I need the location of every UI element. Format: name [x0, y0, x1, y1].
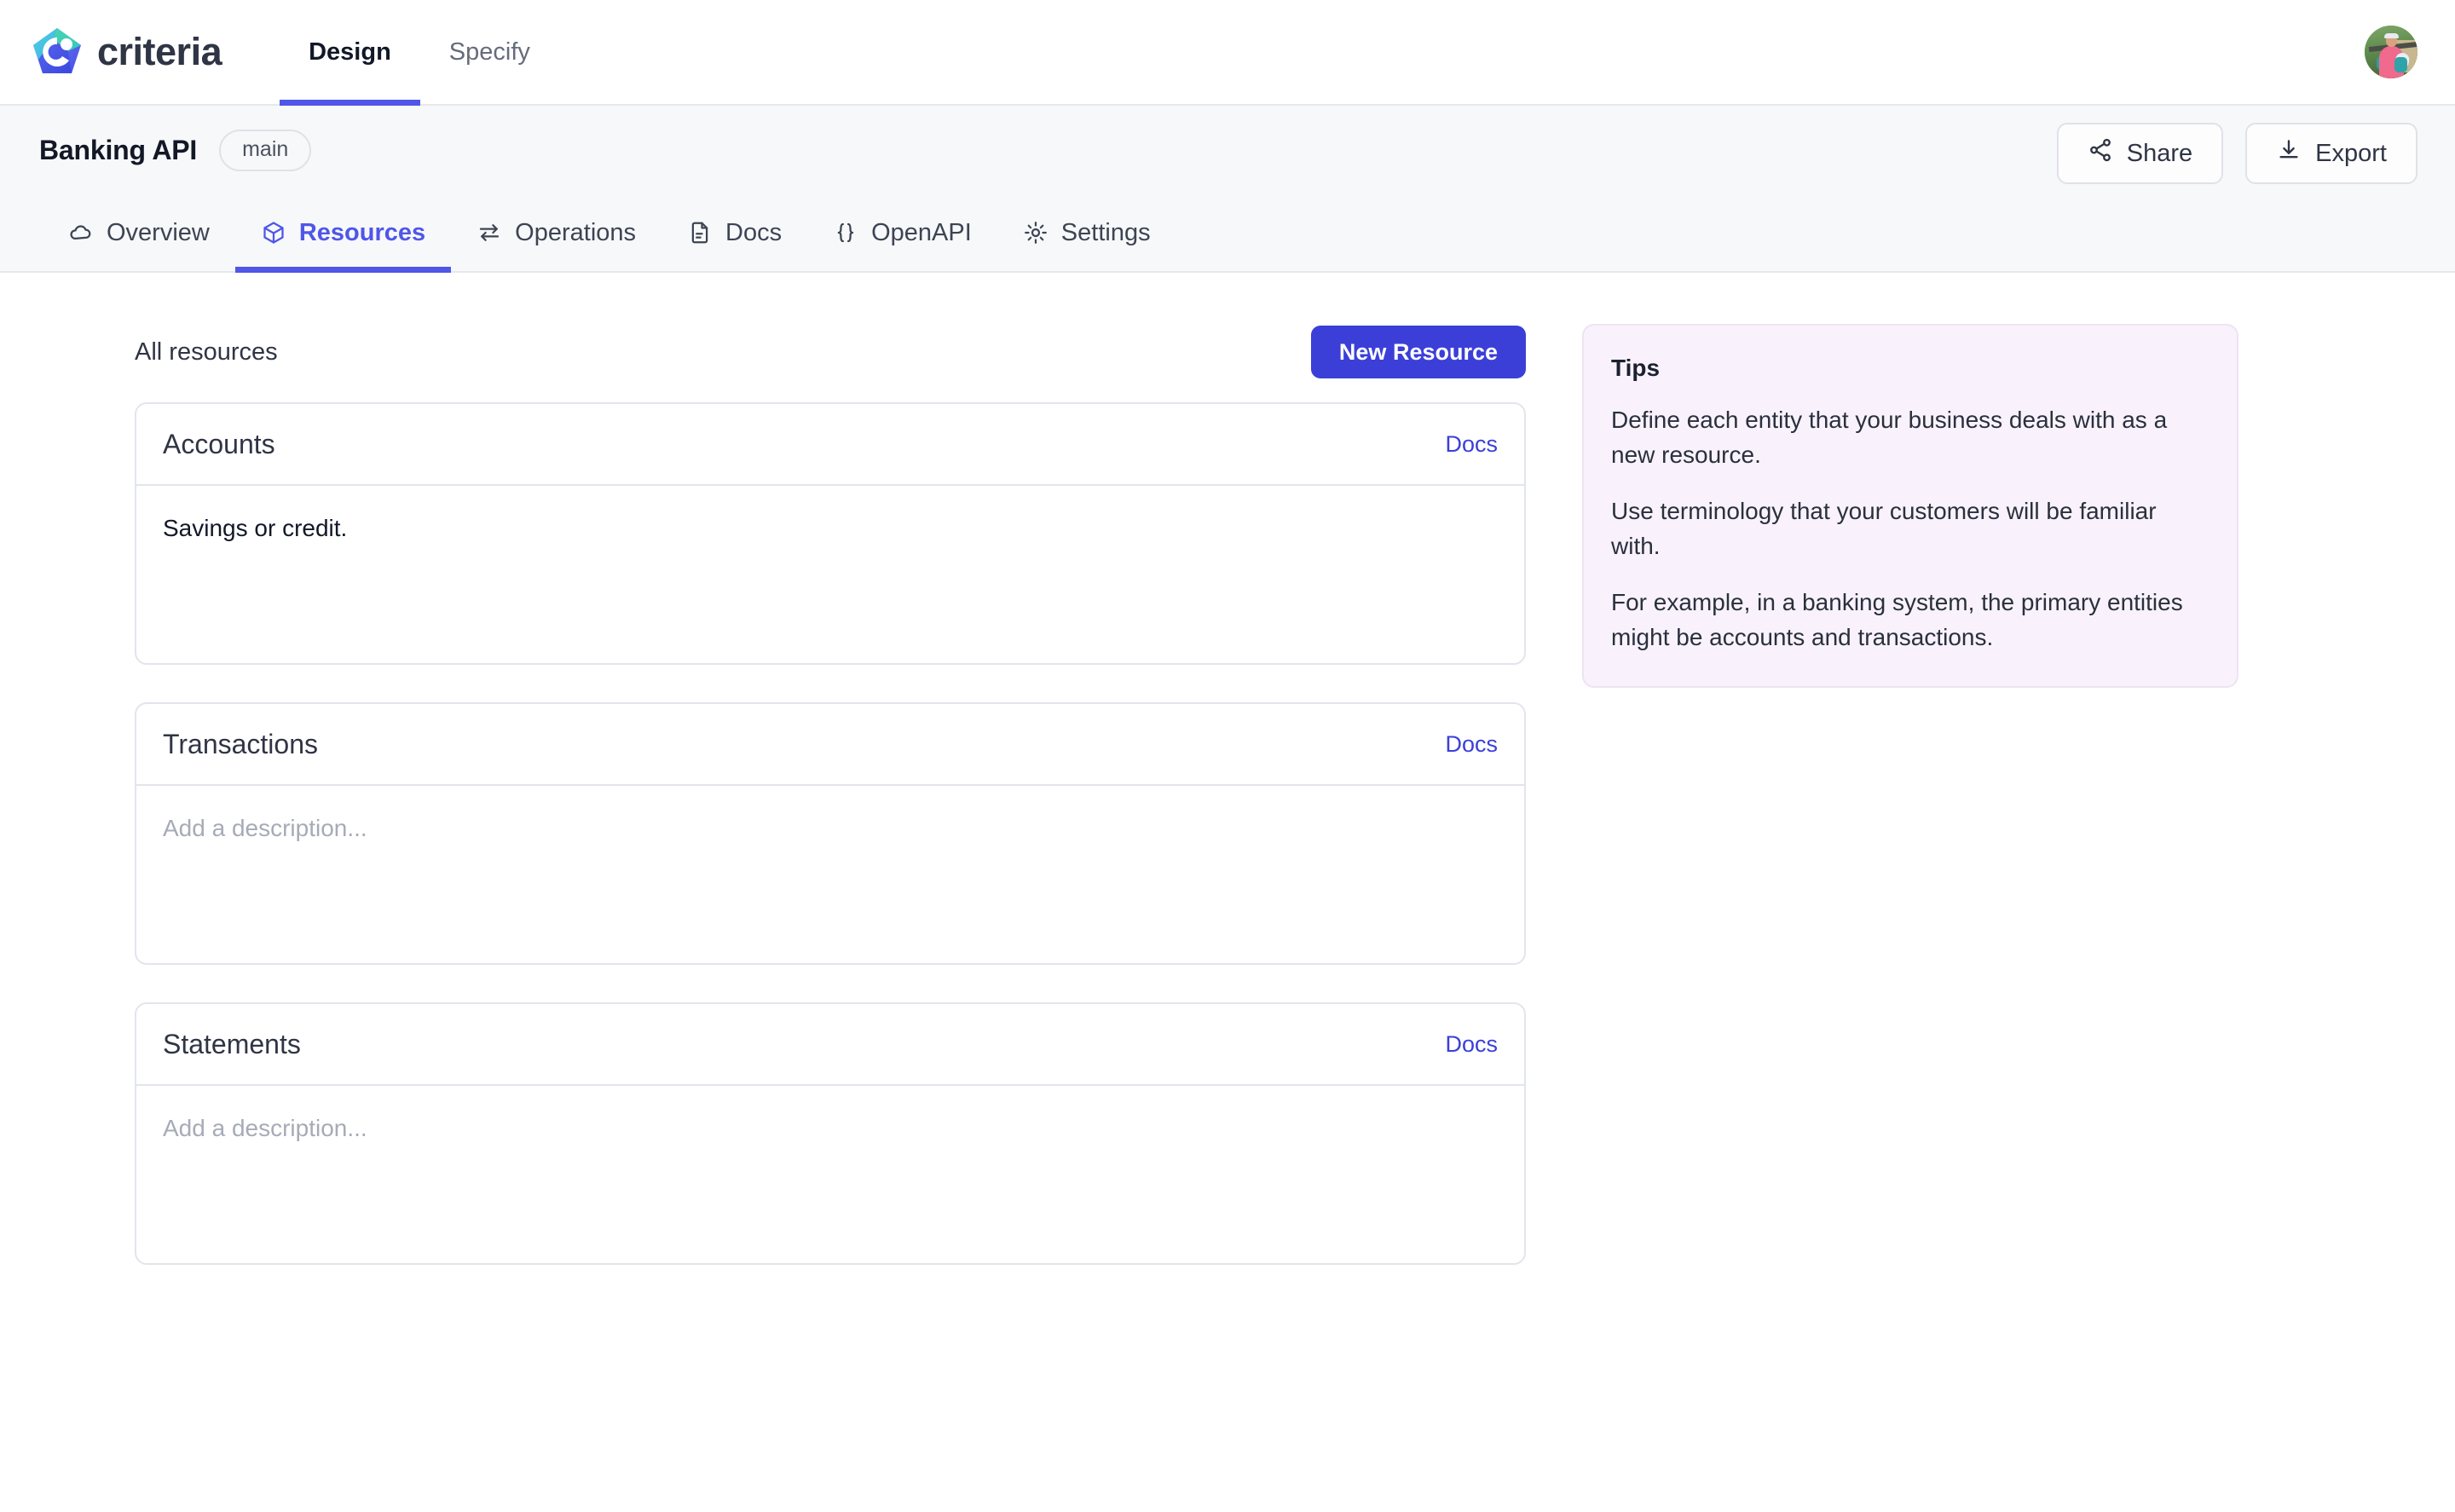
- sub-tab-settings[interactable]: Settings: [997, 194, 1176, 271]
- resource-docs-link[interactable]: Docs: [1445, 431, 1498, 458]
- resources-list-title: All resources: [135, 338, 278, 366]
- share-button[interactable]: Share: [2056, 123, 2224, 184]
- sub-tab-openapi-label: OpenAPI: [871, 218, 972, 246]
- resource-docs-link[interactable]: Docs: [1445, 1031, 1498, 1058]
- tips-paragraph: Define each entity that your business de…: [1611, 407, 2168, 468]
- main-tab-specify-label: Specify: [448, 38, 530, 66]
- resource-name[interactable]: Transactions: [163, 729, 318, 760]
- resource-card: Transactions Docs Add a description...: [135, 702, 1526, 965]
- braces-icon: [833, 220, 858, 245]
- resources-column: All resources New Resource Accounts Docs…: [135, 324, 1526, 1302]
- main-tab-specify[interactable]: Specify: [420, 0, 559, 104]
- resource-docs-link[interactable]: Docs: [1445, 731, 1498, 758]
- resource-description[interactable]: Add a description...: [136, 786, 1524, 963]
- sub-tab-docs-label: Docs: [725, 218, 783, 246]
- resource-card-header: Transactions Docs: [136, 704, 1524, 786]
- gear-icon: [1023, 220, 1048, 245]
- resource-description[interactable]: Add a description...: [136, 1086, 1524, 1263]
- main-content: All resources New Resource Accounts Docs…: [0, 273, 2455, 1302]
- resource-name[interactable]: Statements: [163, 1029, 301, 1060]
- resource-card: Accounts Docs Savings or credit.: [135, 402, 1526, 665]
- brand-name: criteria: [97, 30, 222, 73]
- sub-tab-overview-label: Overview: [107, 218, 210, 246]
- sub-tab-resources[interactable]: Resources: [234, 194, 452, 273]
- file-icon: [687, 220, 713, 245]
- main-tab-design-label: Design: [309, 38, 391, 66]
- sub-nav: Overview Resources Operations Docs OpenA…: [38, 194, 2417, 273]
- tips-paragraph: Use terminology that your customers will…: [1611, 498, 2157, 559]
- resources-list-header: All resources New Resource: [135, 324, 1526, 380]
- branch-badge[interactable]: main: [219, 129, 312, 171]
- tips-panel: Tips Define each entity that your busine…: [1582, 324, 2238, 688]
- export-button[interactable]: Export: [2245, 123, 2417, 184]
- share-icon: [2088, 137, 2113, 170]
- resource-description[interactable]: Savings or credit.: [136, 486, 1524, 663]
- cloud-icon: [68, 220, 94, 245]
- main-tab-design[interactable]: Design: [280, 0, 420, 106]
- sub-tab-overview[interactable]: Overview: [39, 194, 235, 271]
- transfer-icon: [477, 220, 502, 245]
- brand[interactable]: criteria: [31, 26, 222, 78]
- sub-tab-operations-label: Operations: [515, 218, 637, 246]
- sub-tab-openapi[interactable]: OpenAPI: [807, 194, 997, 271]
- project-header-band: Banking API main Share Export Overview R…: [0, 106, 2455, 273]
- top-bar: criteria Design Specify: [0, 0, 2455, 106]
- resource-card: Statements Docs Add a description...: [135, 1002, 1526, 1265]
- sub-tab-docs[interactable]: Docs: [661, 194, 807, 271]
- header-actions: Share Export: [2056, 123, 2417, 184]
- user-avatar[interactable]: [2365, 26, 2417, 78]
- download-icon: [2276, 137, 2302, 170]
- resource-name[interactable]: Accounts: [163, 429, 275, 460]
- new-resource-button[interactable]: New Resource: [1310, 326, 1526, 378]
- page-title: Banking API: [39, 134, 198, 165]
- criteria-logo-icon: [31, 26, 84, 78]
- tips-title: Tips: [1611, 355, 1661, 381]
- export-button-label: Export: [2315, 139, 2387, 167]
- main-tabs: Design Specify: [280, 0, 559, 106]
- cube-icon: [261, 220, 286, 245]
- resource-card-header: Accounts Docs: [136, 404, 1524, 486]
- sub-tab-resources-label: Resources: [298, 218, 426, 246]
- sub-tab-settings-label: Settings: [1060, 218, 1151, 246]
- tips-paragraph: For example, in a banking system, the pr…: [1611, 589, 2183, 650]
- sub-tab-operations[interactable]: Operations: [451, 194, 661, 271]
- resource-card-header: Statements Docs: [136, 1004, 1524, 1086]
- share-button-label: Share: [2126, 139, 2193, 167]
